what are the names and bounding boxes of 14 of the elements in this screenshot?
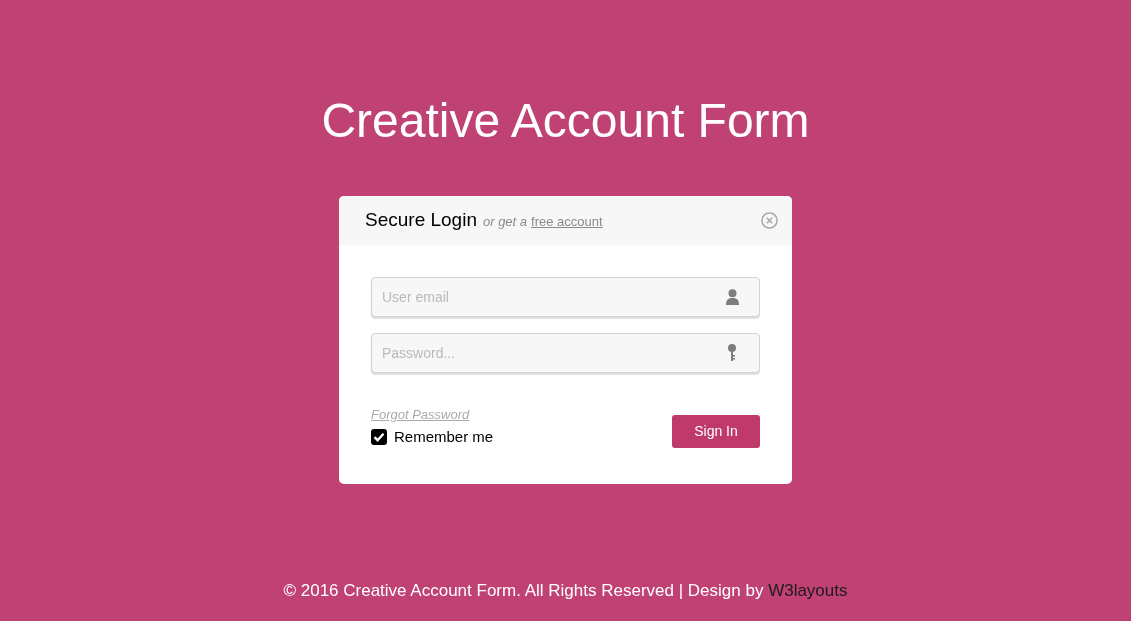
email-field[interactable]: User email (371, 277, 760, 317)
remember-checkbox[interactable] (371, 429, 387, 445)
footer-link[interactable]: W3layouts (768, 580, 848, 600)
forgot-password-link[interactable]: Forgot Password (371, 407, 494, 423)
password-field[interactable]: Password... (371, 333, 760, 373)
page-title: Creative Account Form (321, 94, 810, 148)
key-icon (728, 344, 736, 361)
sign-in-button[interactable]: Sign In (672, 415, 760, 448)
footer-text: © 2016 Creative Account Form. All Rights Reserved | Design by W3layouts (283, 579, 848, 602)
card-subheading: or get a (482, 213, 528, 232)
person-icon (726, 289, 739, 305)
free-account-link[interactable]: free account (531, 212, 603, 232)
card-heading: Secure Login (365, 208, 477, 233)
remember-label: Remember me (394, 427, 494, 447)
